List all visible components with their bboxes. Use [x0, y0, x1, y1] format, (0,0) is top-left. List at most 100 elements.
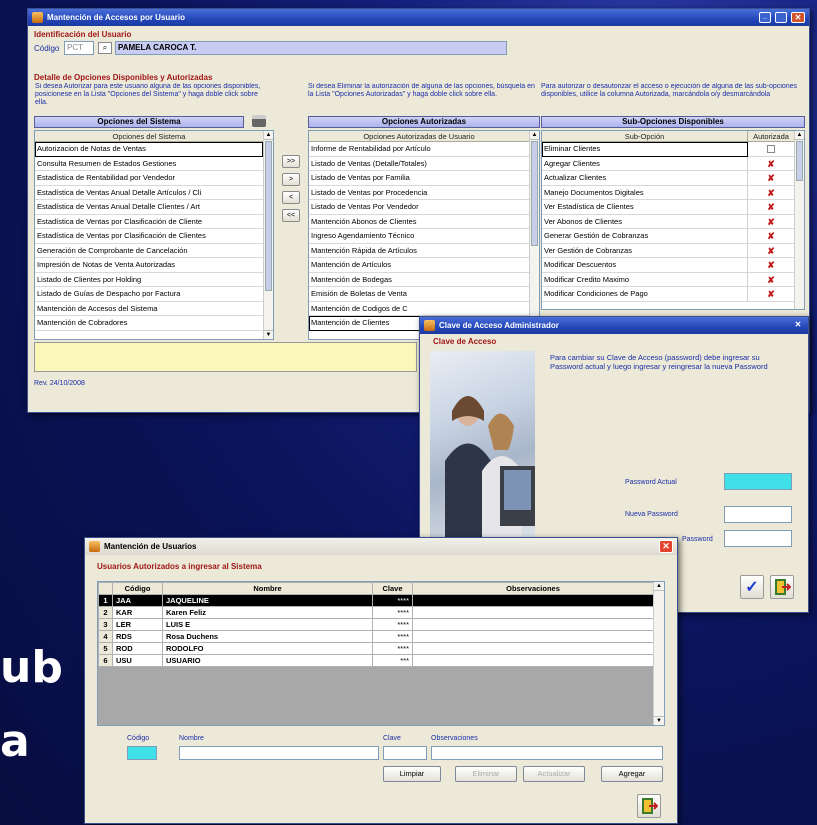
list-item-autorizada[interactable]: Mantención de Artículos — [309, 258, 529, 273]
agregar-button[interactable]: Agregar — [601, 766, 663, 782]
cell-nombre[interactable]: Karen Feliz — [162, 606, 373, 619]
list-item-sistema[interactable]: Mantención de Cobradores — [35, 316, 263, 331]
close-icon[interactable]: ✕ — [792, 320, 804, 331]
search-icon[interactable]: ⌕ — [98, 42, 112, 54]
autorizada-checkbox[interactable]: ✘ — [748, 244, 794, 258]
cell-nombre[interactable]: RODOLFO — [162, 642, 373, 655]
minimize-icon[interactable]: _ — [759, 12, 771, 23]
cell-clave[interactable]: *** — [372, 654, 413, 667]
cell-nombre[interactable]: USUARIO — [162, 654, 373, 667]
scroll-up-icon[interactable]: ▲ — [795, 131, 804, 140]
cell-observaciones[interactable] — [412, 630, 654, 643]
autorizada-checkbox[interactable]: ✘ — [748, 287, 794, 302]
cell-observaciones[interactable] — [412, 642, 654, 655]
sub-opcion-row[interactable]: Modificar Descuentos ✘ — [542, 258, 794, 273]
list-item-autorizada[interactable]: Listado de Ventas Por Vendedor — [309, 200, 529, 215]
add-all-button[interactable]: >> — [282, 155, 300, 168]
cell-codigo[interactable]: RDS — [112, 630, 163, 643]
autorizada-checkbox[interactable]: ✘ — [748, 215, 794, 229]
list-item-sistema[interactable]: Generación de Comprobante de Cancelación — [35, 244, 263, 258]
scroll-up-icon[interactable]: ▲ — [264, 131, 273, 140]
observaciones-input[interactable] — [431, 746, 663, 760]
limpiar-button[interactable]: Limpiar — [383, 766, 441, 782]
list-item-sistema[interactable]: Consulta Resumen de Estados Gestiones — [35, 157, 263, 171]
cell-codigo[interactable]: JAA — [112, 594, 163, 607]
list-item-autorizada[interactable]: Emisión de Boletas de Venta — [309, 287, 529, 302]
actualizar-button[interactable]: Actualizar — [523, 766, 585, 782]
autorizada-checkbox[interactable]: ✘ — [748, 186, 794, 200]
scroll-down-icon[interactable]: ▼ — [654, 716, 664, 725]
column-header-clave[interactable]: Clave — [372, 582, 413, 595]
list-item-autorizada[interactable]: Listado de Ventas (Detalle/Totales) — [309, 157, 529, 171]
exit-button[interactable] — [637, 794, 661, 818]
cell-clave[interactable]: **** — [372, 630, 413, 643]
password-actual-input[interactable] — [724, 473, 792, 490]
list-item-sistema[interactable]: Estadística de Ventas Anual Detalle Artí… — [35, 186, 263, 200]
repite-password-input[interactable] — [724, 530, 792, 547]
sub-opcion-row[interactable]: Actualizar Clientes ✘ — [542, 171, 794, 186]
scrollbar-sistema[interactable]: ▲ ▼ — [263, 131, 273, 339]
cell-clave[interactable]: **** — [372, 618, 413, 631]
list-item-autorizada[interactable]: Mantención de Bodegas — [309, 273, 529, 287]
row-number[interactable]: 5 — [98, 642, 113, 655]
list-item-autorizada[interactable]: Ingreso Agendamiento Técnico — [309, 229, 529, 244]
codigo-field[interactable]: PCT — [64, 41, 94, 55]
cell-nombre[interactable]: JAQUELINE — [162, 594, 373, 607]
column-header-observaciones[interactable]: Observaciones — [412, 582, 654, 595]
grid-sub-opciones[interactable]: Sub-Opción Autorizada Eliminar Clientes A… — [541, 130, 805, 310]
clave-input[interactable] — [383, 746, 427, 760]
row-number[interactable]: 6 — [98, 654, 113, 667]
cell-clave[interactable]: **** — [372, 594, 413, 607]
sub-opcion-row[interactable]: Ver Estadística de Clientes ✘ — [542, 200, 794, 215]
table-row[interactable]: 3 LER LUIS E **** — [98, 618, 654, 631]
sub-opcion-row[interactable]: Modificar Condiciones de Pago ✘ — [542, 287, 794, 302]
table-row[interactable]: 5 ROD RODOLFO **** — [98, 642, 654, 655]
cell-nombre[interactable]: LUIS E — [162, 618, 373, 631]
list-item-autorizada[interactable]: Mantención Abonos de Clientes — [309, 215, 529, 229]
column-header-nombre[interactable]: Nombre — [162, 582, 373, 595]
scroll-up-icon[interactable]: ▲ — [654, 582, 664, 591]
row-number[interactable]: 4 — [98, 630, 113, 643]
column-header-codigo[interactable]: Código — [112, 582, 163, 595]
cell-codigo[interactable]: ROD — [112, 642, 163, 655]
codigo-input[interactable] — [127, 746, 157, 760]
remove-all-button[interactable]: << — [282, 209, 300, 222]
autorizada-checkbox[interactable]: ✘ — [748, 258, 794, 273]
cell-observaciones[interactable] — [412, 606, 654, 619]
list-opciones-autorizadas[interactable]: Opciones Autorizadas de Usuario Informe … — [308, 130, 540, 340]
list-item-sistema[interactable]: Estadística de Ventas por Clasificación … — [35, 229, 263, 244]
nombre-input[interactable] — [179, 746, 379, 760]
list-item-sistema[interactable]: Listado de Guías de Despacho por Factura — [35, 287, 263, 302]
remove-button[interactable]: < — [282, 191, 300, 204]
autorizada-checkbox[interactable]: ✘ — [748, 171, 794, 186]
users-grid[interactable]: Código Nombre Clave Observaciones 1 JAA JA… — [97, 581, 665, 726]
cell-codigo[interactable]: KAR — [112, 606, 163, 619]
nueva-password-input[interactable] — [724, 506, 792, 523]
table-row[interactable]: 2 KAR Karen Feliz **** — [98, 606, 654, 619]
cell-codigo[interactable]: LER — [112, 618, 163, 631]
sub-opcion-row[interactable]: Generar Gestión de Cobranzas ✘ — [542, 229, 794, 244]
autorizada-checkbox[interactable]: ✘ — [748, 229, 794, 244]
row-number[interactable]: 1 — [98, 594, 113, 607]
list-item-autorizada[interactable]: Mantención Rápida de Artículos — [309, 244, 529, 258]
sub-opcion-row[interactable]: Agregar Clientes ✘ — [542, 156, 794, 171]
autorizada-checkbox[interactable] — [748, 142, 794, 157]
list-opciones-sistema[interactable]: Opciones del Sistema Autorizacion de Not… — [34, 130, 274, 340]
row-number[interactable]: 2 — [98, 606, 113, 619]
list-item-autorizada[interactable]: Listado de Ventas por Procedencia — [309, 186, 529, 200]
eliminar-button[interactable]: Eliminar — [455, 766, 517, 782]
sub-opcion-row[interactable]: Ver Gestión de Cobranzas ✘ — [542, 243, 794, 258]
printer-icon[interactable] — [252, 115, 266, 127]
cell-codigo[interactable]: USU — [112, 654, 163, 667]
accept-button[interactable]: ✓ — [740, 575, 764, 599]
table-row[interactable]: 6 USU USUARIO *** — [98, 654, 654, 667]
row-number[interactable]: 3 — [98, 618, 113, 631]
add-button[interactable]: > — [282, 173, 300, 186]
autorizada-checkbox[interactable]: ✘ — [748, 273, 794, 287]
list-item-sistema[interactable]: Mantención de Accesos del Sistema — [35, 302, 263, 316]
list-item-sistema[interactable]: Autorizacion de Notas de Ventas — [35, 142, 263, 157]
cell-nombre[interactable]: Rosa Duchens — [162, 630, 373, 643]
scroll-down-icon[interactable]: ▼ — [264, 330, 273, 339]
list-item-sistema[interactable]: Estadística de Ventas Anual Detalle Clie… — [35, 200, 263, 215]
list-item-sistema[interactable]: Impresión de Notas de Venta Autorizadas — [35, 258, 263, 273]
